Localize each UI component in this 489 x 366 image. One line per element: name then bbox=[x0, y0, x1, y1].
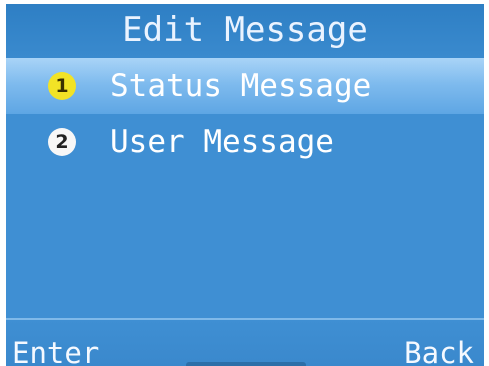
number-badge-1: 1 bbox=[48, 72, 76, 100]
softkey-bar: Enter Back bbox=[6, 318, 484, 366]
center-divider bbox=[186, 362, 306, 366]
phone-screen: Edit Message 1 Status Message 2 User Mes… bbox=[6, 4, 484, 366]
back-softkey[interactable]: Back bbox=[404, 336, 474, 366]
number-badge-2: 2 bbox=[48, 128, 76, 156]
menu-item-label: User Message bbox=[110, 124, 334, 160]
menu-item-label: Status Message bbox=[110, 68, 372, 104]
enter-softkey[interactable]: Enter bbox=[12, 336, 99, 366]
menu-list: 1 Status Message 2 User Message bbox=[6, 58, 484, 170]
screen-title: Edit Message bbox=[122, 10, 368, 50]
menu-item-status-message[interactable]: 1 Status Message bbox=[6, 58, 484, 114]
menu-item-user-message[interactable]: 2 User Message bbox=[6, 114, 484, 170]
title-bar: Edit Message bbox=[6, 4, 484, 58]
